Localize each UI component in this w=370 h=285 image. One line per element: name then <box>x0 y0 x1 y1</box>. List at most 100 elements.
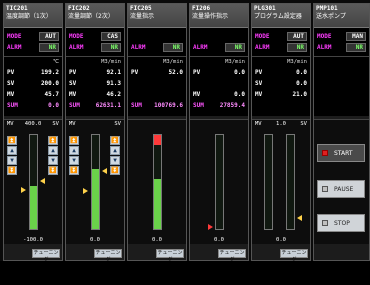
alarm-band <box>154 135 161 145</box>
mode-section: MODE CAS ALRM NR <box>66 28 124 56</box>
sv-fast-up-button[interactable]: ⏫ <box>110 136 120 145</box>
mv-marker-icon <box>21 187 26 193</box>
sum-label: SUM <box>193 102 204 109</box>
pause-button[interactable]: PAUSE <box>317 180 365 198</box>
mode-section: MODE AUT ALRM NR <box>4 28 62 56</box>
sum-label: SUM <box>7 102 18 109</box>
alarm-label: ALRM <box>255 44 270 51</box>
unit-label: M3/min <box>287 59 307 65</box>
pv-value: 92.1 <box>106 69 121 76</box>
gauge-top-value: 400.0 <box>24 121 42 127</box>
values-section: M3/min PV 52.0 SUM 100769.6 <box>128 56 186 116</box>
stop-button[interactable]: STOP <box>317 214 365 232</box>
unit-label: ℃ <box>52 59 59 65</box>
pv-bar <box>29 134 38 230</box>
pv-label: PV <box>131 69 139 76</box>
tuning-button[interactable]: チューニング <box>280 249 308 263</box>
sv-up-button[interactable]: ▲ <box>48 146 58 155</box>
pv-bar-fill <box>154 179 161 229</box>
start-button[interactable]: START <box>317 144 365 162</box>
values-section: ℃ PV 199.2 SV 200.0 MV 45.7 SUM 0.0 <box>4 56 62 116</box>
mv-buttons: ⏫ ▲ ▼ ⏬ <box>69 136 80 176</box>
mode-value[interactable]: AUT <box>287 32 307 41</box>
mv-label: MV <box>193 91 201 98</box>
mode-label: MODE <box>7 33 22 40</box>
tuning-button[interactable]: チューニング <box>156 249 184 263</box>
alarm-value: NR <box>101 43 121 52</box>
bottom-bar <box>0 261 370 285</box>
pv-value: 199.2 <box>40 69 59 76</box>
sv-marker-icon <box>102 168 107 174</box>
sv-down-button[interactable]: ▼ <box>110 156 120 165</box>
tuning-button[interactable]: チューニング <box>218 249 246 263</box>
tag-name: PLG301 <box>254 5 276 12</box>
tag-description: 流量調節（2次） <box>68 13 114 20</box>
faceplate-pmp101: PMP101 送水ポンプ MODE MAN ALRM NR START PAUSE … <box>313 3 370 261</box>
gauge-sv-label: SV <box>300 121 307 127</box>
tag-name: FIC205 <box>130 5 152 12</box>
alarm-label: ALRM <box>131 44 146 51</box>
faceplate-header: FIC202 流量調節（2次） <box>66 4 124 28</box>
sv-label: SV <box>7 80 15 87</box>
mv-value[interactable]: 46.2 <box>107 91 121 98</box>
tag-description: プログラム設定器 <box>254 13 302 20</box>
mv-fast-up-button[interactable]: ⏫ <box>69 136 79 145</box>
gauge-bottom-value: 0.0 <box>90 237 100 243</box>
mode-value[interactable]: AUT <box>39 32 59 41</box>
alarm-value: NR <box>225 43 245 52</box>
mv-up-button[interactable]: ▲ <box>69 146 79 155</box>
tuning-button[interactable]: チューニング <box>94 249 122 263</box>
values-section: M3/min PV 0.0 MV 0.0 SUM 27859.4 <box>190 56 248 116</box>
unit-label: M3/min <box>225 59 245 65</box>
sv-down-button[interactable]: ▼ <box>48 156 58 165</box>
mv-value[interactable]: 0.0 <box>234 91 245 98</box>
sv-value[interactable]: 91.3 <box>107 80 121 87</box>
mv-down-button[interactable]: ▼ <box>69 156 79 165</box>
sv-up-button[interactable]: ▲ <box>110 146 120 155</box>
pv-value: 0.0 <box>234 69 245 76</box>
pause-indicator-icon <box>322 186 328 192</box>
mode-value[interactable]: MAN <box>346 32 366 41</box>
sv-marker-icon <box>40 178 45 184</box>
mode-section: MODE AUT ALRM NR <box>252 28 310 56</box>
mode-label: MODE <box>317 33 332 40</box>
sv-fast-down-button[interactable]: ⏬ <box>110 166 120 175</box>
gauge-mv-label: MV <box>69 121 76 127</box>
tuning-button[interactable]: チューニング <box>32 249 60 263</box>
mv-value[interactable]: 45.7 <box>45 91 59 98</box>
mv-value[interactable]: 21.0 <box>293 91 307 98</box>
sum-value: 27859.4 <box>219 102 245 109</box>
alarm-label: ALRM <box>193 44 208 51</box>
sv-value[interactable]: 0.0 <box>296 80 307 87</box>
sv-fast-up-button[interactable]: ⏫ <box>48 136 58 145</box>
sv-fast-down-button[interactable]: ⏬ <box>48 166 58 175</box>
gauge-sv-label: SV <box>114 121 121 127</box>
faceplate-plg301: PLG301 プログラム設定器 MODE AUT ALRM NR M3/min PV… <box>251 3 311 263</box>
faceplate-header: FIC205 流量指示 <box>128 4 186 28</box>
sv-marker-icon <box>297 215 302 221</box>
tag-name: TIC201 <box>6 5 28 12</box>
alarm-value: NR <box>163 43 183 52</box>
bar-gauge: MV 400.0 SV ⏫ ▲ ▼ ⏬ ⏫ ▲ ▼ ⏬ -100.0 <box>4 119 62 244</box>
mv-down-button[interactable]: ▼ <box>7 156 17 165</box>
mode-section: ALRM NR <box>190 28 248 56</box>
alarm-label: ALRM <box>317 44 332 51</box>
gauge-bottom-value: 0.0 <box>276 237 286 243</box>
mv-fast-down-button[interactable]: ⏬ <box>7 166 17 175</box>
pv-bar-fill <box>92 168 99 229</box>
sum-value: 62631.1 <box>95 102 121 109</box>
mode-value[interactable]: CAS <box>101 32 121 41</box>
pv-label: PV <box>69 69 77 76</box>
faceplate-header: PLG301 プログラム設定器 <box>252 4 310 28</box>
mv-label: MV <box>255 91 263 98</box>
sv-value[interactable]: 200.0 <box>41 80 59 87</box>
mv-fast-down-button[interactable]: ⏬ <box>69 166 79 175</box>
faceplate-header: FI206 流量操作指示 <box>190 4 248 28</box>
mv-fast-up-button[interactable]: ⏫ <box>7 136 17 145</box>
faceplate-screen: TIC201 温度調節（1次） MODE AUT ALRM NR ℃ PV 199.2… <box>0 0 370 285</box>
unit-label: M3/min <box>101 59 121 65</box>
mv-buttons: ⏫ ▲ ▼ ⏬ <box>7 136 18 176</box>
mv-marker-icon <box>208 224 213 230</box>
mv-up-button[interactable]: ▲ <box>7 146 17 155</box>
bar-gauge: 0.0 <box>190 119 248 244</box>
